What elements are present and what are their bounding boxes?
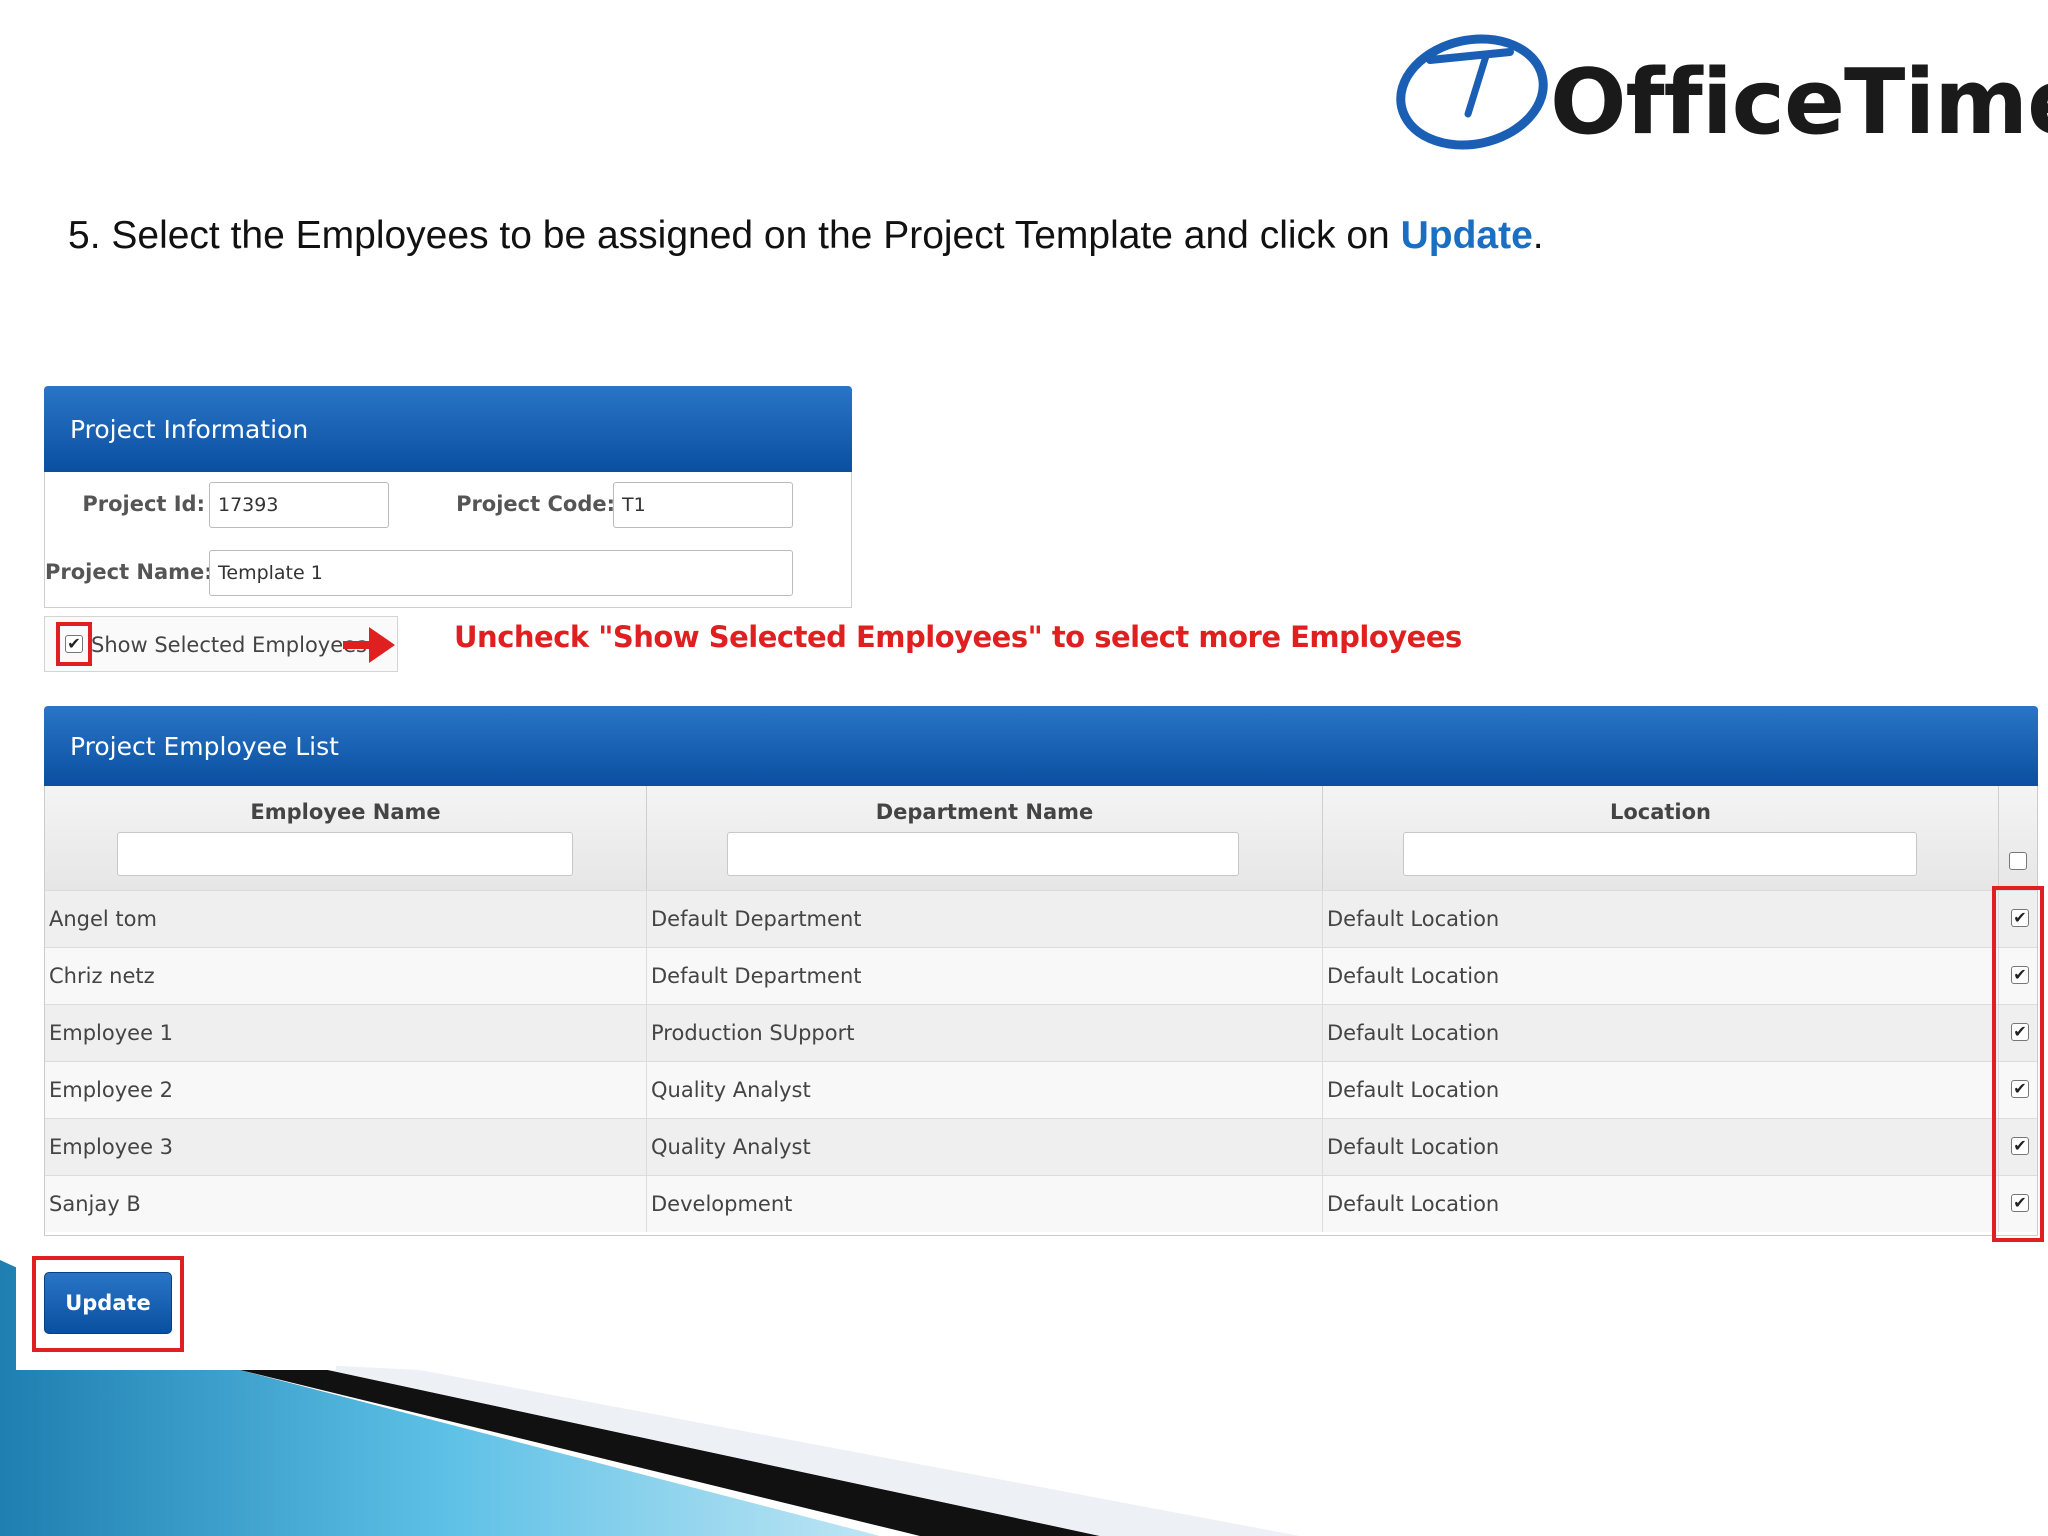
column-header-location: Location: [1323, 786, 1999, 890]
location-cell: Default Location: [1323, 1176, 1999, 1232]
column-header-select: [1999, 786, 2037, 890]
employee-list-header: Project Employee List: [44, 706, 2038, 786]
project-id-label: Project Id:: [82, 492, 205, 516]
checkbox-column-highlight: [1992, 886, 2044, 1242]
department-name-cell: Default Department: [647, 891, 1323, 947]
officetimer-logo: OfficeTimer: [1390, 22, 2048, 162]
department-filter-input[interactable]: [727, 832, 1239, 876]
department-name-cell: Quality Analyst: [647, 1119, 1323, 1175]
location-cell: Default Location: [1323, 891, 1999, 947]
annotation-text: Uncheck "Show Selected Employees" to sel…: [454, 620, 1462, 654]
column-title-location: Location: [1609, 800, 1712, 824]
location-filter-input[interactable]: [1403, 832, 1917, 876]
department-name-cell: Quality Analyst: [647, 1062, 1323, 1118]
department-name-cell: Production SUpport: [647, 1005, 1323, 1061]
project-name-field[interactable]: Template 1: [209, 550, 793, 596]
instruction-text: 5. Select the Employees to be assigned o…: [68, 214, 1544, 258]
location-cell: Default Location: [1323, 1005, 1999, 1061]
department-name-cell: Default Department: [647, 948, 1323, 1004]
location-cell: Default Location: [1323, 1119, 1999, 1175]
project-code-label: Project Code:: [456, 492, 615, 516]
show-selected-employees: ✔ Show Selected Employees: [44, 616, 398, 672]
employee-name-cell: Employee 1: [45, 1005, 647, 1061]
table-row: Sanjay B Development Default Location ✔: [45, 1175, 2037, 1232]
instruction-prefix: 5. Select the Employees to be assigned o…: [68, 214, 1401, 257]
project-info-body: Project Id: 17393 Project Code: T1 Proje…: [44, 472, 852, 608]
column-header-employee: Employee Name: [45, 786, 647, 890]
column-title-department: Department Name: [875, 800, 1094, 824]
logo-text: OfficeTimer: [1550, 50, 2048, 155]
column-title-employee: Employee Name: [250, 800, 441, 824]
table-row: Angel tom Default Department Default Locat…: [45, 890, 2037, 947]
table-row: Employee 3 Quality Analyst Default Locatio…: [45, 1118, 2037, 1175]
department-name-cell: Development: [647, 1176, 1323, 1232]
project-name-label: Project Name:: [45, 560, 213, 584]
arrow-right-icon: [343, 627, 395, 663]
instruction-highlight: Update: [1400, 214, 1533, 257]
table-row: Chriz netz Default Department Default Loca…: [45, 947, 2037, 1004]
employee-name-cell: Angel tom: [45, 891, 647, 947]
table-row: Employee 1 Production SUpport Default Loca…: [45, 1004, 2037, 1061]
checkbox-highlight-box: [56, 622, 92, 666]
select-all-checkbox[interactable]: [2009, 852, 2027, 870]
employee-name-cell: Employee 2: [45, 1062, 647, 1118]
location-cell: Default Location: [1323, 1062, 1999, 1118]
show-selected-label: Show Selected Employees: [91, 633, 367, 657]
employee-table: Employee Name Department Name Location A…: [44, 786, 2038, 1236]
employee-name-cell: Chriz netz: [45, 948, 647, 1004]
location-cell: Default Location: [1323, 948, 1999, 1004]
project-id-field[interactable]: 17393: [209, 482, 389, 528]
logo-clock-icon: [1396, 34, 1548, 150]
column-header-department: Department Name: [647, 786, 1323, 890]
project-info-header: Project Information: [44, 386, 852, 472]
employee-name-cell: Employee 3: [45, 1119, 647, 1175]
instruction-suffix: .: [1532, 214, 1544, 257]
update-button-highlight: [32, 1256, 184, 1352]
project-code-field[interactable]: T1: [613, 482, 793, 528]
table-row: Employee 2 Quality Analyst Default Locatio…: [45, 1061, 2037, 1118]
employee-name-cell: Sanjay B: [45, 1176, 647, 1232]
employee-filter-input[interactable]: [117, 832, 573, 876]
